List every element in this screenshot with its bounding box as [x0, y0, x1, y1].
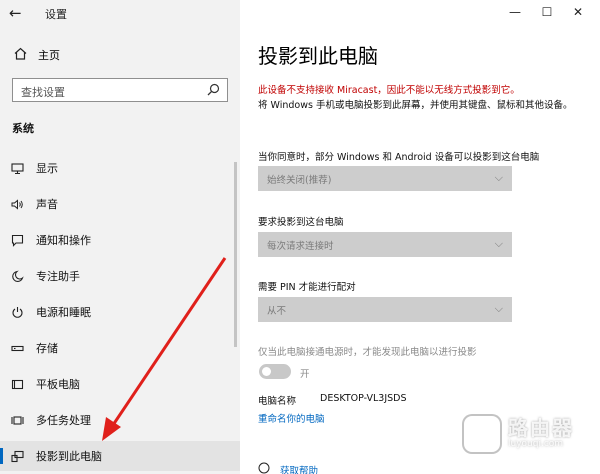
watermark: 路由器 luyouqi.com [462, 412, 588, 456]
section-title: 系统 [12, 122, 34, 135]
home-label: 主页 [38, 49, 60, 62]
toggle-label: 开 [300, 369, 310, 380]
sound-icon [10, 197, 24, 211]
sidebar-item-label: 专注助手 [36, 270, 80, 283]
sidebar-item-label: 声音 [36, 198, 58, 211]
sidebar-item-label: 显示 [36, 162, 58, 175]
display-icon [10, 161, 24, 175]
setting-label-pin: 需要 PIN 才能进行配对 [258, 282, 356, 293]
sidebar-item-storage[interactable]: 存储 [0, 333, 240, 363]
search-placeholder: 查找设置 [21, 86, 65, 99]
maximize-button[interactable]: ☐ [532, 2, 562, 22]
close-button[interactable]: ✕ [563, 2, 593, 22]
chevron-down-icon: ⌵ [494, 302, 503, 315]
get-help-link[interactable]: 获取帮助 [280, 463, 318, 474]
chevron-down-icon: ⌵ [494, 171, 503, 184]
focus-assist-icon [10, 269, 24, 283]
multitasking-icon [10, 413, 24, 427]
page-description: 将 Windows 手机或电脑投影到此屏幕，并使用其键盘、鼠标和其他设备。 [258, 100, 573, 111]
power-icon [10, 305, 24, 319]
main-pane: — ☐ ✕ 投影到此电脑 此设备不支持接收 Miracast，因此不能以无线方式… [240, 0, 600, 474]
sidebar-item-power[interactable]: 电源和睡眠 [0, 297, 240, 327]
tablet-icon [10, 377, 24, 391]
search-icon [207, 83, 220, 96]
notification-icon [10, 233, 24, 247]
sidebar-scrollbar[interactable] [234, 162, 237, 347]
pc-name-value: DESKTOP-VL3JSDS [320, 393, 407, 404]
sidebar: ← 设置 主页 查找设置 系统 显示 声音 通知和操作 专注助手 电源和睡眠 存… [0, 0, 240, 474]
title-bar-left: ← 设置 [0, 0, 240, 26]
toggle-knob [262, 367, 271, 376]
sidebar-item-tablet[interactable]: 平板电脑 [0, 369, 240, 399]
rename-pc-link[interactable]: 重命名你的电脑 [258, 411, 325, 425]
sidebar-item-label: 通知和操作 [36, 234, 91, 247]
dropdown-value: 每次请求连接时 [267, 241, 334, 252]
setting-label-availability: 当你同意时，部分 Windows 和 Android 设备可以投影到这台电脑 [258, 152, 540, 163]
sidebar-item-multitasking[interactable]: 多任务处理 [0, 405, 240, 435]
home-icon [12, 47, 28, 63]
selection-indicator [0, 448, 3, 464]
app-title: 设置 [45, 8, 67, 21]
storage-icon [10, 341, 24, 355]
pin-dropdown[interactable]: 从不 ⌵ [258, 297, 512, 322]
sidebar-item-label: 电源和睡眠 [36, 306, 91, 319]
sidebar-item-sound[interactable]: 声音 [0, 189, 240, 219]
sidebar-item-label: 存储 [36, 342, 58, 355]
sidebar-item-label: 平板电脑 [36, 378, 80, 391]
help-icon [258, 462, 270, 474]
search-input[interactable]: 查找设置 [12, 78, 228, 102]
sidebar-home[interactable]: 主页 [12, 46, 60, 64]
sidebar-item-project[interactable]: 投影到此电脑 [0, 441, 240, 471]
chevron-down-icon: ⌵ [494, 237, 503, 250]
sidebar-item-display[interactable]: 显示 [0, 153, 240, 183]
sidebar-item-notifications[interactable]: 通知和操作 [0, 225, 240, 255]
sidebar-item-focus-assist[interactable]: 专注助手 [0, 261, 240, 291]
dropdown-value: 从不 [267, 306, 287, 317]
pc-name-label: 电脑名称 [258, 396, 297, 407]
watermark-title: 路由器 [508, 416, 574, 440]
setting-label-ask: 要求投影到这台电脑 [258, 217, 344, 228]
minimize-button[interactable]: — [500, 2, 530, 22]
back-arrow-icon[interactable]: ← [9, 3, 29, 23]
miracast-warning: 此设备不支持接收 Miracast，因此不能以无线方式投影到它。 [258, 85, 520, 96]
ask-dropdown[interactable]: 每次请求连接时 ⌵ [258, 232, 512, 257]
project-icon [10, 449, 24, 463]
sidebar-item-label: 投影到此电脑 [36, 450, 102, 463]
sidebar-item-label: 多任务处理 [36, 414, 91, 427]
router-logo-icon [462, 414, 502, 454]
power-toggle[interactable] [259, 364, 291, 379]
availability-dropdown[interactable]: 始终关闭(推荐) ⌵ [258, 166, 512, 191]
page-title: 投影到此电脑 [258, 44, 378, 68]
power-hint: 仅当此电脑接通电源时，才能发现此电脑以进行投影 [258, 347, 477, 358]
dropdown-value: 始终关闭(推荐) [267, 175, 332, 186]
watermark-site: luyouqi.com [508, 439, 564, 449]
